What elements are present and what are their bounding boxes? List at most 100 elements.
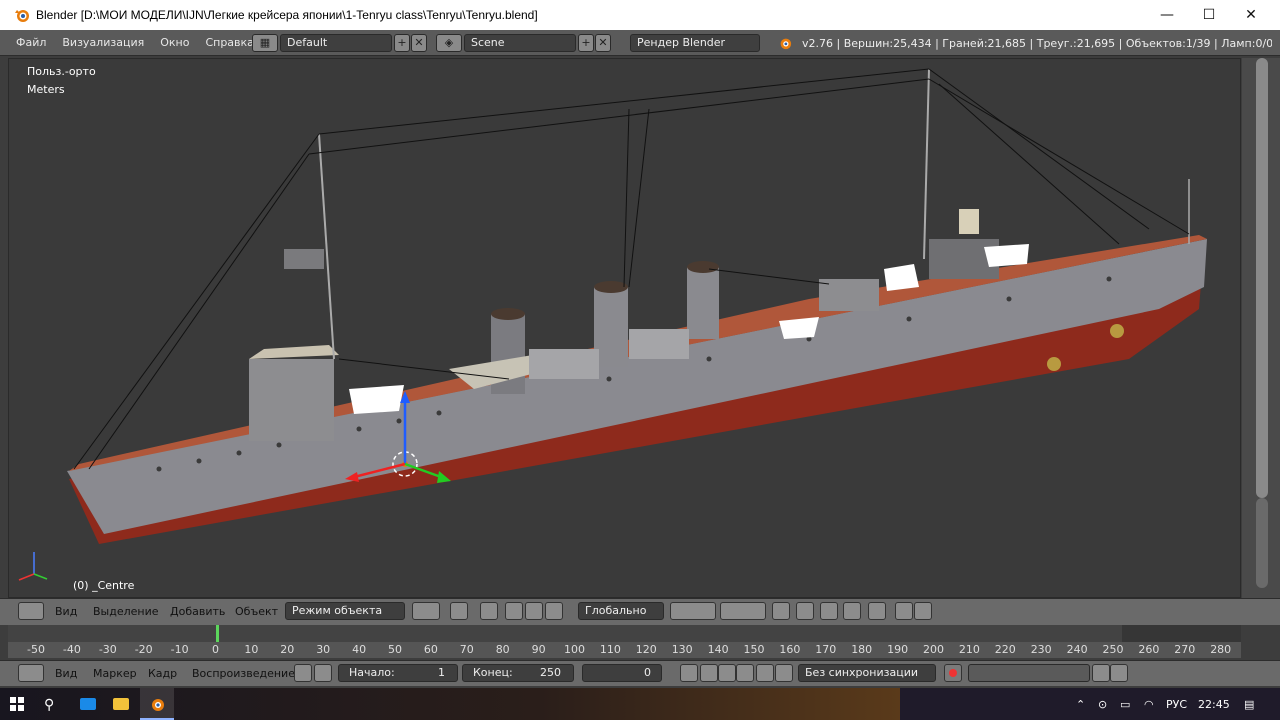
mode-select[interactable]: Режим объекта bbox=[285, 602, 405, 620]
jump-end-icon[interactable] bbox=[775, 664, 793, 682]
scene-statistics: v2.76 | Вершин:25,434 | Граней:21,685 | … bbox=[802, 37, 1272, 50]
orientation-select[interactable]: Глобально bbox=[578, 602, 664, 620]
window-title-bar: Blender [D:\МОИ МОДЕЛИ\IJN\Легкие крейсе… bbox=[0, 0, 1280, 30]
tray-expand-icon[interactable]: ⌃ bbox=[1076, 698, 1085, 711]
ruler-tick-label: 20 bbox=[280, 643, 295, 656]
start-frame-field[interactable]: Начало: 1 bbox=[338, 664, 458, 682]
prev-keyframe-icon[interactable] bbox=[700, 664, 718, 682]
add-screen-icon[interactable]: + bbox=[394, 34, 410, 52]
layers-grid-2-icon[interactable] bbox=[720, 602, 766, 620]
remove-scene-icon[interactable]: ✕ bbox=[595, 34, 611, 52]
clock[interactable]: 22:45 bbox=[1198, 698, 1230, 711]
snap-icon[interactable] bbox=[820, 602, 838, 620]
windows-start-icon[interactable] bbox=[10, 697, 24, 711]
current-frame-marker[interactable] bbox=[216, 625, 219, 642]
view-name-label: Польз.-орто bbox=[27, 65, 96, 78]
view-menu[interactable]: Вид bbox=[55, 605, 77, 618]
preview-range-icon[interactable] bbox=[294, 664, 312, 682]
add-menu[interactable]: Добавить bbox=[170, 605, 225, 618]
ruler-tick-label: 230 bbox=[1030, 643, 1052, 656]
snap-element-icon[interactable] bbox=[843, 602, 861, 620]
keying-set-field[interactable] bbox=[968, 664, 1090, 682]
play-reverse-icon[interactable] bbox=[718, 664, 736, 682]
delete-keyframe-icon[interactable] bbox=[1110, 664, 1128, 682]
ruler-tick-label: -20 bbox=[134, 643, 153, 656]
network-icon[interactable]: ⊙ bbox=[1098, 698, 1107, 711]
play-icon[interactable] bbox=[736, 664, 754, 682]
record-icon[interactable] bbox=[944, 664, 962, 682]
file-explorer-icon[interactable] bbox=[113, 698, 129, 710]
taskbar-background bbox=[0, 688, 900, 720]
translate-icon[interactable] bbox=[505, 602, 523, 620]
ruler-tick-label: 30 bbox=[316, 643, 331, 656]
properties-region[interactable] bbox=[1242, 58, 1280, 598]
playback-menu[interactable]: Воспроизведение bbox=[192, 667, 295, 680]
render-engine-select[interactable]: Рендер Blender bbox=[630, 34, 760, 52]
timeline-area[interactable] bbox=[8, 625, 1241, 642]
editor-type-icon[interactable] bbox=[18, 602, 44, 620]
remove-screen-icon[interactable]: ✕ bbox=[411, 34, 427, 52]
end-frame-label: Конец: bbox=[473, 666, 513, 679]
menu-file[interactable]: Файл bbox=[8, 36, 54, 49]
insert-keyframe-icon[interactable] bbox=[1092, 664, 1110, 682]
screen-layout-field[interactable]: Default bbox=[280, 34, 392, 52]
battery-icon[interactable]: ▭ bbox=[1120, 698, 1130, 711]
3d-viewport[interactable]: Польз.-орто Meters (0) _Centre bbox=[8, 58, 1241, 598]
scene-field[interactable]: Scene bbox=[464, 34, 576, 52]
blender-taskbar-icon bbox=[152, 699, 164, 711]
screen-layout-icon[interactable]: ▦ bbox=[252, 34, 278, 52]
ruler-tick-label: 160 bbox=[779, 643, 801, 656]
close-button[interactable]: ✕ bbox=[1228, 0, 1274, 30]
transform-icon[interactable] bbox=[480, 602, 498, 620]
select-menu[interactable]: Выделение bbox=[93, 605, 159, 618]
ruler-tick-label: -10 bbox=[170, 643, 189, 656]
notifications-icon[interactable]: ▤ bbox=[1244, 698, 1254, 711]
start-frame-label: Начало: bbox=[349, 666, 395, 679]
render-still-icon[interactable] bbox=[895, 602, 913, 620]
frame-menu[interactable]: Кадр bbox=[148, 667, 177, 680]
maximize-button[interactable]: ☐ bbox=[1186, 0, 1232, 30]
search-icon[interactable]: ⚲ bbox=[44, 697, 54, 713]
render-anim-icon[interactable] bbox=[914, 602, 932, 620]
blender-version-icon bbox=[780, 38, 792, 50]
timeline-editor-type-icon[interactable] bbox=[18, 664, 44, 682]
sync-select[interactable]: Без синхронизации bbox=[798, 664, 936, 682]
ruler-tick-label: 10 bbox=[244, 643, 259, 656]
out-of-range-region bbox=[1122, 625, 1241, 642]
rotate-icon[interactable] bbox=[525, 602, 543, 620]
object-menu[interactable]: Объект bbox=[235, 605, 278, 618]
add-scene-icon[interactable]: + bbox=[578, 34, 594, 52]
menu-render[interactable]: Визуализация bbox=[54, 36, 152, 49]
blender-taskbar-button[interactable] bbox=[140, 688, 174, 720]
ship-model bbox=[18, 68, 1207, 581]
timeline-view-menu[interactable]: Вид bbox=[55, 667, 77, 680]
language-indicator[interactable]: РУС bbox=[1166, 698, 1187, 711]
proportional-edit-icon[interactable] bbox=[796, 602, 814, 620]
lock-camera-icon[interactable] bbox=[772, 602, 790, 620]
marker-menu[interactable]: Маркер bbox=[93, 667, 137, 680]
ruler-tick-label: 90 bbox=[531, 643, 546, 656]
end-frame-value: 250 bbox=[540, 666, 561, 679]
jump-start-icon[interactable] bbox=[680, 664, 698, 682]
scene-icon[interactable]: ◈ bbox=[436, 34, 462, 52]
ruler-tick-label: 220 bbox=[994, 643, 1016, 656]
render-preview-icon[interactable] bbox=[868, 602, 886, 620]
viewport-shading-icon[interactable] bbox=[412, 602, 440, 620]
windows-taskbar bbox=[0, 688, 1280, 720]
ruler-tick-label: -40 bbox=[62, 643, 81, 656]
ruler-tick-label: 250 bbox=[1102, 643, 1124, 656]
layers-grid-icon[interactable] bbox=[670, 602, 716, 620]
properties-scrollbar[interactable] bbox=[1256, 498, 1268, 588]
minimize-button[interactable]: — bbox=[1144, 0, 1190, 30]
scale-icon[interactable] bbox=[545, 602, 563, 620]
menu-window[interactable]: Окно bbox=[152, 36, 197, 49]
lock-range-icon[interactable] bbox=[314, 664, 332, 682]
ruler-tick-label: 210 bbox=[958, 643, 980, 656]
pivot-icon[interactable] bbox=[450, 602, 468, 620]
wifi-icon[interactable]: ◠ bbox=[1144, 698, 1154, 711]
viewport-scrollbar[interactable] bbox=[1256, 58, 1268, 498]
mail-icon[interactable] bbox=[80, 698, 96, 710]
end-frame-field[interactable]: Конец: 250 bbox=[462, 664, 574, 682]
next-keyframe-icon[interactable] bbox=[756, 664, 774, 682]
current-frame-field[interactable]: 0 bbox=[582, 664, 662, 682]
